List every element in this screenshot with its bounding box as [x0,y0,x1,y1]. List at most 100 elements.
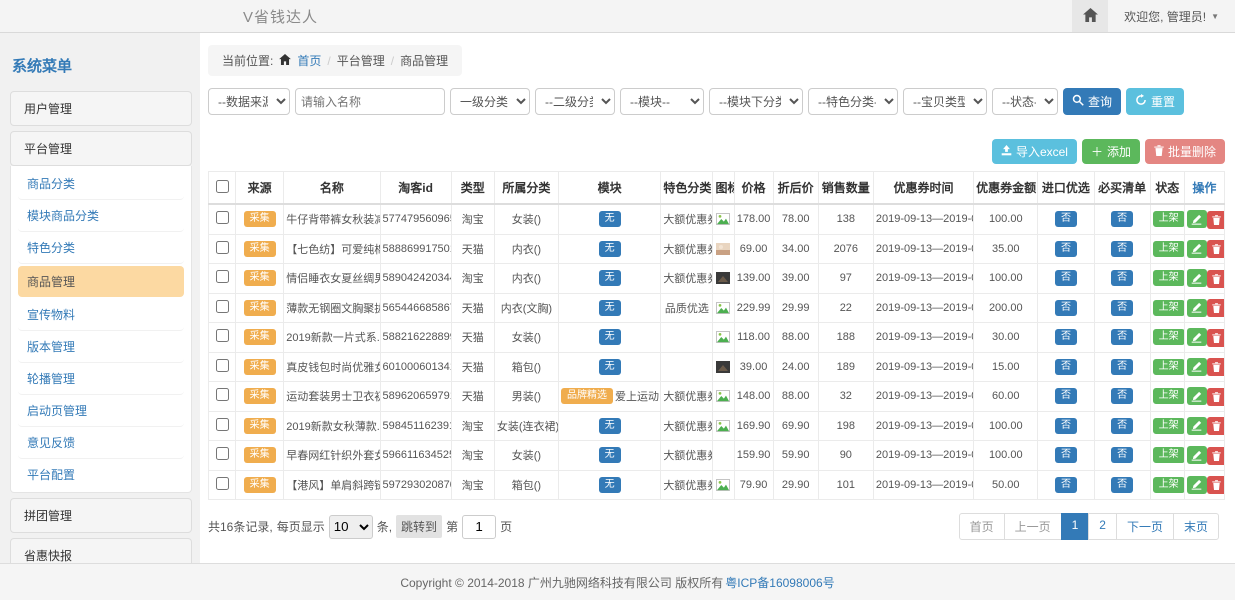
delete-button[interactable] [1207,417,1225,435]
must-buy-toggle[interactable]: 否 [1111,329,1133,345]
edit-button[interactable] [1187,476,1207,494]
edit-button[interactable] [1187,328,1207,346]
delete-button[interactable] [1207,476,1225,494]
row-checkbox[interactable] [216,300,229,313]
add-button[interactable]: ＋ 添加 [1082,139,1140,164]
row-checkbox[interactable] [216,329,229,342]
status-filter-select[interactable]: --状态-- [992,88,1058,115]
delete-button[interactable] [1207,447,1225,465]
refresh-icon [1135,94,1147,109]
row-checkbox[interactable] [216,388,229,401]
must-buy-toggle[interactable]: 否 [1111,241,1133,257]
jump-button[interactable]: 跳转到 [396,515,442,538]
sidebar-item-用户管理[interactable]: 用户管理 [10,91,192,126]
edit-button[interactable] [1187,417,1207,435]
sidebar-item-版本管理[interactable]: 版本管理 [18,331,184,363]
row-checkbox[interactable] [216,418,229,431]
row-checkbox[interactable] [216,241,229,254]
delete-button[interactable] [1207,211,1225,229]
edit-button[interactable] [1187,358,1207,376]
user-menu[interactable]: 欢迎您, 管理员! ▼ [1108,0,1235,32]
must-buy-toggle[interactable]: 否 [1111,300,1133,316]
import-select-toggle[interactable]: 否 [1055,329,1077,345]
must-buy-toggle[interactable]: 否 [1111,270,1133,286]
row-checkbox[interactable] [216,447,229,460]
item-type-filter-select[interactable]: --宝贝类型-- [903,88,987,115]
batch-delete-button[interactable]: 批量删除 [1145,139,1225,164]
level1-category-filter-select[interactable]: 一级分类 [450,88,530,115]
breadcrumb-home-link[interactable]: 首页 [297,52,321,69]
select-all-checkbox[interactable] [216,180,229,193]
status-toggle[interactable]: 上架 [1153,270,1185,286]
import-select-toggle[interactable]: 否 [1055,270,1077,286]
row-checkbox[interactable] [216,211,229,224]
must-buy-toggle[interactable]: 否 [1111,388,1133,404]
sidebar-item-平台管理[interactable]: 平台管理 [10,131,192,166]
pagination-2[interactable]: 2 [1088,513,1117,540]
status-toggle[interactable]: 上架 [1153,388,1185,404]
icp-link[interactable]: 粤ICP备16098006号 [725,574,834,591]
import-select-toggle[interactable]: 否 [1055,359,1077,375]
status-toggle[interactable]: 上架 [1153,211,1185,227]
home-button[interactable] [1072,0,1108,32]
must-buy-toggle[interactable]: 否 [1111,211,1133,227]
delete-button[interactable] [1207,299,1225,317]
status-toggle[interactable]: 上架 [1153,418,1185,434]
import-select-toggle[interactable]: 否 [1055,388,1077,404]
delete-button[interactable] [1207,388,1225,406]
edit-button[interactable] [1187,299,1207,317]
import-excel-button[interactable]: 导入excel [992,139,1077,164]
module-subcategory-filter-select[interactable]: --模块下分类-- [709,88,803,115]
sidebar-item-特色分类[interactable]: 特色分类 [18,232,184,264]
status-toggle[interactable]: 上架 [1153,241,1185,257]
search-button[interactable]: 查询 [1063,88,1121,115]
edit-button[interactable] [1187,387,1207,405]
feature-category-filter-select[interactable]: --特色分类-- [808,88,898,115]
level2-category-filter-select[interactable]: --二级分类-- [535,88,615,115]
delete-button[interactable] [1207,358,1225,376]
status-toggle[interactable]: 上架 [1153,359,1185,375]
sidebar-item-商品分类[interactable]: 商品分类 [18,168,184,200]
jump-page-input[interactable] [462,515,496,539]
edit-button[interactable] [1187,210,1207,228]
data-source-filter-select[interactable]: --数据来源-- [208,88,290,115]
status-toggle[interactable]: 上架 [1153,329,1185,345]
edit-button[interactable] [1187,446,1207,464]
sidebar-item-拼团管理[interactable]: 拼团管理 [10,498,192,533]
must-buy-toggle[interactable]: 否 [1111,359,1133,375]
pagination-末页[interactable]: 末页 [1173,513,1219,540]
per-page-select[interactable]: 10 [329,515,373,539]
import-select-toggle[interactable]: 否 [1055,418,1077,434]
status-toggle[interactable]: 上架 [1153,300,1185,316]
import-select-toggle[interactable]: 否 [1055,300,1077,316]
must-buy-toggle[interactable]: 否 [1111,477,1133,493]
sidebar-item-模块商品分类[interactable]: 模块商品分类 [18,200,184,232]
import-select-toggle[interactable]: 否 [1055,211,1077,227]
sidebar-item-轮播管理[interactable]: 轮播管理 [18,363,184,395]
reset-button[interactable]: 重置 [1126,88,1184,115]
status-toggle[interactable]: 上架 [1153,477,1185,493]
status-toggle[interactable]: 上架 [1153,447,1185,463]
name-filter-input[interactable] [295,88,445,115]
sidebar-item-意见反馈[interactable]: 意见反馈 [18,427,184,459]
sidebar-item-启动页管理[interactable]: 启动页管理 [18,395,184,427]
sidebar-item-商品管理[interactable]: 商品管理 [18,266,184,297]
must-buy-toggle[interactable]: 否 [1111,447,1133,463]
pagination-下一页[interactable]: 下一页 [1116,513,1174,540]
import-select-toggle[interactable]: 否 [1055,477,1077,493]
module-filter-select[interactable]: --模块-- [620,88,704,115]
edit-button[interactable] [1187,269,1207,287]
sidebar-item-宣传物料[interactable]: 宣传物料 [18,299,184,331]
import-select-toggle[interactable]: 否 [1055,241,1077,257]
row-checkbox[interactable] [216,477,229,490]
edit-button[interactable] [1187,240,1207,258]
delete-button[interactable] [1207,270,1225,288]
row-checkbox[interactable] [216,359,229,372]
delete-button[interactable] [1207,240,1225,258]
must-buy-toggle[interactable]: 否 [1111,418,1133,434]
row-checkbox[interactable] [216,270,229,283]
delete-button[interactable] [1207,329,1225,347]
import-select-toggle[interactable]: 否 [1055,447,1077,463]
sidebar-item-平台配置[interactable]: 平台配置 [18,459,184,490]
pagination-1[interactable]: 1 [1061,513,1090,540]
